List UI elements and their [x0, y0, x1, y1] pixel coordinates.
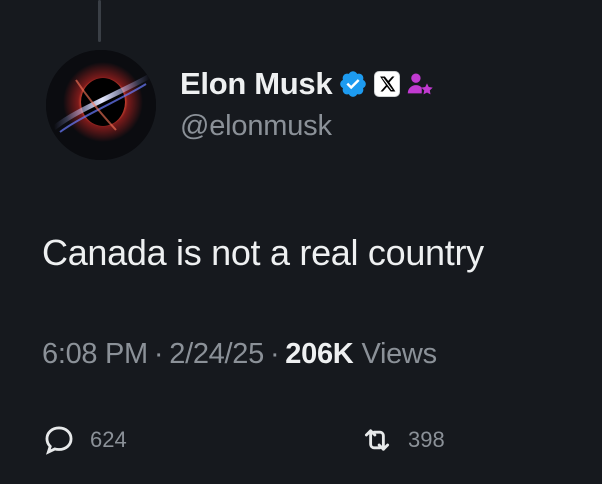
action-bar: 624 398 — [42, 420, 582, 460]
black-hole-avatar-image — [46, 50, 156, 160]
repost-arrows-icon — [364, 429, 390, 451]
x-logo-glyph-icon — [380, 76, 396, 92]
tweet-card: Elon Musk @elonmusk Canada is not a real… — [0, 0, 602, 484]
author-display-name[interactable]: Elon Musk — [180, 66, 333, 102]
meta-separator: · — [153, 338, 164, 370]
affiliate-person-star-icon[interactable] — [406, 70, 434, 98]
author-name-row: Elon Musk — [180, 62, 434, 106]
avatar[interactable] — [46, 50, 156, 160]
repost-button[interactable]: 398 — [360, 420, 445, 460]
reply-count: 624 — [90, 427, 127, 452]
verified-check-icon[interactable] — [338, 69, 368, 99]
thread-connector-line — [98, 0, 101, 42]
views-count: 206K — [285, 338, 354, 370]
tweet-metadata: 6:08 PM · 2/24/25 · 206K Views — [42, 338, 437, 371]
tweet-time[interactable]: 6:08 PM — [42, 338, 148, 371]
reply-button[interactable]: 624 — [42, 420, 127, 460]
x-logo-icon[interactable] — [374, 71, 401, 97]
tweet-date[interactable]: 2/24/25 — [169, 338, 264, 371]
reply-bubble-icon — [45, 426, 73, 455]
meta-separator: · — [269, 338, 280, 370]
author-handle[interactable]: @elonmusk — [180, 110, 332, 143]
repost-count: 398 — [408, 427, 445, 452]
views-label: Views — [361, 338, 437, 370]
tweet-text: Canada is not a real country — [42, 232, 484, 273]
